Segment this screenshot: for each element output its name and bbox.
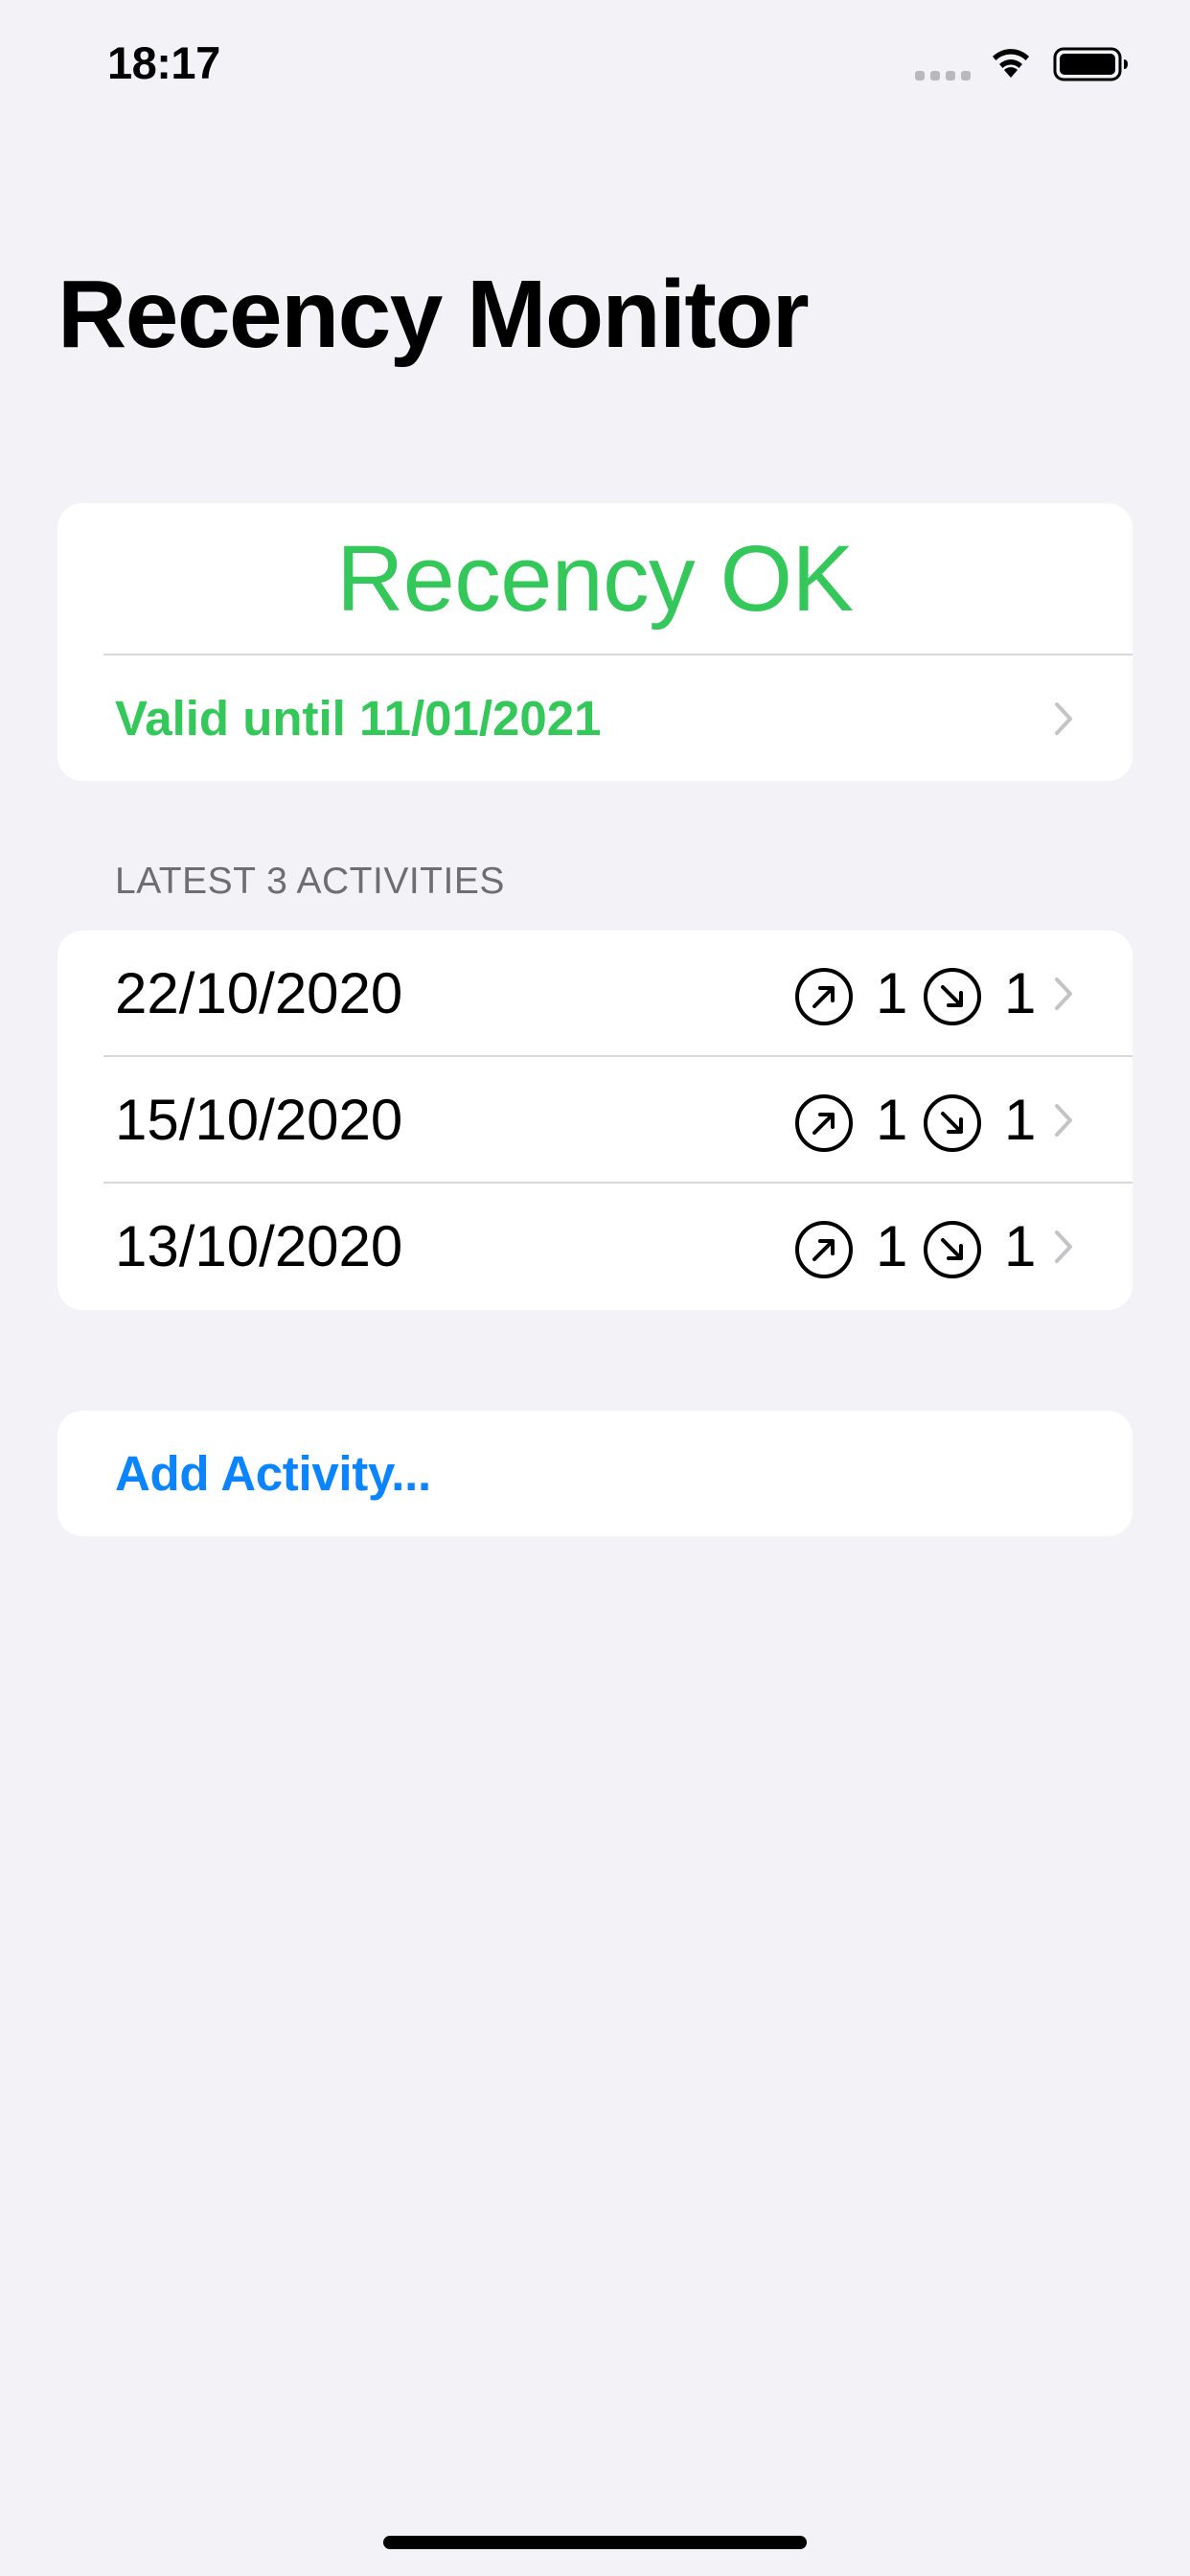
landing-count: 1 [1004,1214,1037,1278]
takeoff-count: 1 [876,1214,908,1278]
landing-icon [924,1221,981,1278]
activity-row[interactable]: 13/10/2020 1 1 [57,1184,1133,1310]
wifi-icon [993,49,1029,78]
landing-count: 1 [1004,961,1037,1025]
valid-until-row[interactable]: Valid until 11/01/2021 [57,656,1133,781]
takeoff-icon [795,968,853,1025]
status-time: 18:17 [107,37,220,88]
valid-until-label: Valid until 11/01/2021 [115,691,602,746]
add-activity-card: Add Activity... [57,1411,1133,1536]
recency-status-card: Recency OK Valid until 11/01/2021 [57,503,1133,781]
recency-status-headline: Recency OK [336,525,854,631]
activity-row[interactable]: 22/10/2020 1 1 [57,931,1133,1057]
activity-row[interactable]: 15/10/2020 1 1 [57,1057,1133,1184]
chevron-right-icon [1055,702,1072,735]
takeoff-icon [795,1221,853,1278]
activity-date: 15/10/2020 [115,1088,403,1152]
landing-icon [924,968,981,1025]
battery-icon [1053,47,1128,81]
chevron-right-icon [1055,978,1072,1010]
landing-count: 1 [1004,1088,1037,1152]
takeoff-count: 1 [876,961,908,1025]
add-activity-button[interactable]: Add Activity... [115,1411,431,1536]
activities-section-header: LATEST 3 ACTIVITIES [115,861,505,902]
takeoff-count: 1 [876,1088,908,1152]
page-title: Recency Monitor [57,261,810,368]
chevron-right-icon [1055,1230,1072,1263]
takeoff-icon [795,1094,853,1152]
status-bar: 18:17 [0,0,1190,126]
activity-date: 13/10/2020 [115,1214,403,1278]
home-indicator[interactable] [383,2536,807,2549]
activity-date: 22/10/2020 [115,961,403,1025]
cellular-signal-icon [915,71,971,80]
activities-list: 22/10/2020 1 1 15/10/2020 1 1 13/10/2020… [57,931,1133,1310]
landing-icon [924,1094,981,1152]
chevron-right-icon [1055,1104,1072,1137]
